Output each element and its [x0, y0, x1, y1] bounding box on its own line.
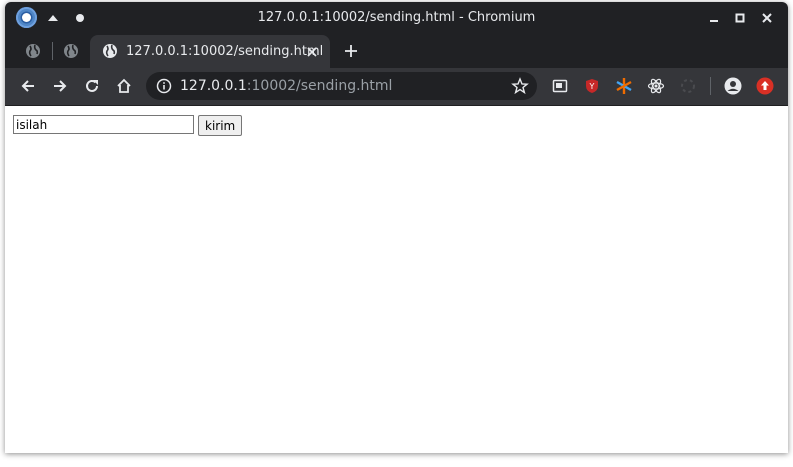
home-icon[interactable] [114, 76, 134, 96]
profile-icon[interactable] [724, 77, 742, 95]
send-button[interactable]: kirim [198, 115, 242, 136]
forward-arrow-icon[interactable] [50, 76, 70, 96]
new-tab-plus-icon[interactable] [342, 42, 360, 60]
window-title: 127.0.0.1:10002/sending.html - Chromium [257, 10, 536, 25]
tab-active[interactable]: 127.0.0.1:10002/sending.html [90, 35, 330, 68]
extension-disabled-icon[interactable] [679, 77, 697, 95]
title-bar: 127.0.0.1:10002/sending.html - Chromium [5, 2, 788, 34]
minimize-icon[interactable] [705, 10, 723, 26]
svg-text:Y: Y [589, 82, 595, 91]
tab-separator [52, 42, 53, 60]
extension-red-shield-icon[interactable]: Y [583, 77, 601, 95]
extension-spark-icon[interactable] [615, 77, 633, 95]
tab-overview-icon[interactable] [551, 77, 569, 95]
react-devtools-icon[interactable] [647, 77, 665, 95]
back-arrow-icon[interactable] [18, 76, 38, 96]
tab-title: 127.0.0.1:10002/sending.html [126, 44, 324, 59]
close-tab-icon[interactable] [304, 44, 320, 60]
globe-icon [103, 44, 117, 58]
browser-window: 127.0.0.1:10002/sending.html - Chromium … [5, 2, 788, 453]
page-content: kirim [5, 106, 788, 453]
info-icon[interactable] [156, 78, 172, 94]
address-bar[interactable]: 127.0.0.1:10002/sending.html [146, 72, 537, 100]
reload-icon[interactable] [82, 76, 102, 96]
star-icon[interactable] [511, 77, 529, 95]
inactive-tab-globe-icon[interactable] [63, 43, 79, 59]
tab-strip: 127.0.0.1:10002/sending.html [5, 34, 788, 68]
message-input[interactable] [13, 115, 194, 134]
update-icon[interactable] [756, 77, 774, 95]
close-window-icon[interactable] [758, 10, 776, 26]
url-text[interactable]: 127.0.0.1:10002/sending.html [180, 78, 392, 94]
inactive-tab-globe-icon[interactable] [25, 43, 41, 59]
url-host: 127.0.0.1 [180, 78, 247, 94]
url-path: :10002/sending.html [246, 78, 393, 94]
toolbar-separator [710, 77, 711, 95]
toolbar: 127.0.0.1:10002/sending.html Y [5, 68, 788, 106]
maximize-icon[interactable] [731, 10, 749, 26]
